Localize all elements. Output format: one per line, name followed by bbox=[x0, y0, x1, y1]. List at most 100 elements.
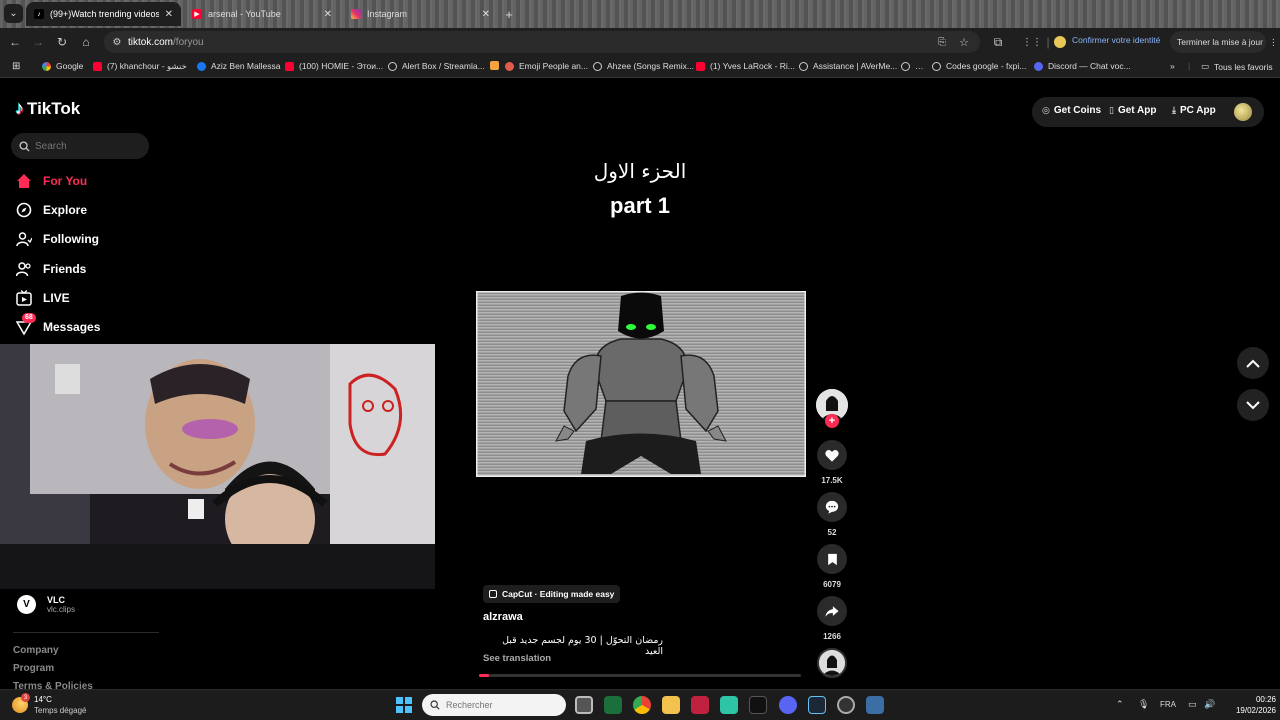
bookmark-item[interactable]: Assistance | AVerMe... bbox=[799, 61, 897, 71]
all-bookmarks-folder[interactable]: ▭ Tous les favoris bbox=[1201, 61, 1273, 72]
close-tab-icon[interactable]: ✕ bbox=[165, 9, 173, 20]
confirm-identity-link[interactable]: Confirmer votre identité bbox=[1072, 35, 1160, 45]
install-app-icon[interactable]: ⎘ bbox=[934, 34, 950, 50]
facebook-icon bbox=[197, 61, 206, 71]
tab-tiktok[interactable]: ♪ (99+)Watch trending videos for ✕ bbox=[26, 2, 181, 26]
network-icon[interactable]: ▭ bbox=[1188, 699, 1197, 710]
profile-avatar-icon[interactable] bbox=[1054, 36, 1066, 48]
capcut-anchor[interactable]: CapCut · Editing made easy bbox=[483, 585, 621, 603]
footer-link-terms[interactable]: Terms & Policies bbox=[13, 681, 93, 689]
bookmark-item[interactable]: Alert Box / Streamla... bbox=[388, 61, 485, 71]
clock-time[interactable]: 00:26 bbox=[1226, 695, 1276, 704]
obs-icon[interactable] bbox=[837, 696, 855, 714]
extensions-icon[interactable]: ⧉ bbox=[990, 34, 1006, 50]
bookmark-item[interactable]: Google bbox=[42, 61, 83, 71]
suggested-account[interactable]: V VLC vlc.clips bbox=[17, 595, 75, 614]
get-coins-button[interactable]: ◎ Get Coins bbox=[1042, 105, 1101, 116]
app-teal-icon[interactable] bbox=[720, 696, 738, 714]
bookmark-item[interactable]: Emoji People an... bbox=[505, 61, 588, 71]
nav-live[interactable]: LIVE bbox=[15, 287, 70, 309]
app-green-icon[interactable] bbox=[604, 696, 622, 714]
nav-following[interactable]: Following bbox=[15, 228, 99, 250]
reading-list-icon[interactable]: ⋮⋮ bbox=[1022, 34, 1042, 50]
discord-icon[interactable] bbox=[779, 696, 797, 714]
forward-arrow-icon[interactable]: → bbox=[30, 34, 46, 50]
profile-avatar[interactable] bbox=[1234, 103, 1252, 121]
video-frame-image bbox=[476, 291, 806, 477]
footer-link-company[interactable]: Company bbox=[13, 645, 59, 656]
bookmark-item[interactable] bbox=[490, 61, 504, 70]
tray-chevron-up-icon[interactable]: ⌃ bbox=[1116, 699, 1124, 710]
apps-grid-icon[interactable]: ⊞ bbox=[12, 61, 20, 72]
bookmark-item[interactable]: … bbox=[901, 61, 924, 71]
get-app-button[interactable]: ▯ Get App bbox=[1109, 105, 1156, 116]
globe-icon bbox=[593, 61, 602, 71]
video-author[interactable]: alzrawa bbox=[483, 611, 523, 623]
clock-date[interactable]: 19/02/2026 bbox=[1222, 706, 1276, 715]
save-button[interactable] bbox=[817, 544, 847, 574]
video-progress-bar[interactable] bbox=[479, 674, 801, 677]
webcam-overlay bbox=[0, 344, 435, 589]
nav-messages[interactable]: 68 Messages bbox=[15, 313, 100, 338]
see-translation-link[interactable]: See translation bbox=[483, 653, 551, 664]
globe-icon bbox=[799, 61, 808, 71]
close-tab-icon[interactable]: ✕ bbox=[482, 9, 490, 20]
app-dark-icon[interactable] bbox=[749, 696, 767, 714]
tab-instagram[interactable]: Instagram ✕ bbox=[343, 2, 498, 26]
app-red-icon[interactable] bbox=[691, 696, 709, 714]
steam-icon[interactable] bbox=[808, 696, 826, 714]
close-tab-icon[interactable]: ✕ bbox=[324, 9, 332, 20]
tab-title: Instagram bbox=[367, 9, 408, 19]
bookmark-item[interactable]: Discord — Chat voc... bbox=[1034, 61, 1131, 71]
like-button[interactable] bbox=[817, 440, 847, 470]
volume-icon[interactable]: 🔊 bbox=[1204, 699, 1215, 710]
back-arrow-icon[interactable]: ← bbox=[7, 34, 23, 50]
language-indicator[interactable]: FRA bbox=[1160, 700, 1176, 709]
pc-app-button[interactable]: ⤓ PC App bbox=[1172, 105, 1216, 116]
bookmark-item[interactable]: (1) Yves LaRock - Ri... bbox=[696, 61, 795, 71]
new-tab-icon[interactable]: + bbox=[502, 7, 516, 22]
tab-search-button[interactable]: ⌄ bbox=[4, 4, 23, 23]
nav-for-you[interactable]: For You bbox=[15, 170, 87, 192]
home-icon[interactable]: ⌂ bbox=[78, 34, 94, 50]
top-actions: ◎ Get Coins ▯ Get App ⤓ PC App bbox=[1032, 97, 1264, 127]
share-button[interactable] bbox=[817, 596, 847, 626]
taskbar-search[interactable] bbox=[422, 694, 566, 716]
home-icon bbox=[15, 172, 33, 190]
bookmark-star-icon[interactable]: ☆ bbox=[956, 34, 972, 50]
follow-plus-button[interactable]: + bbox=[825, 414, 839, 428]
file-explorer-icon[interactable] bbox=[662, 696, 680, 714]
next-video-button[interactable] bbox=[1237, 389, 1269, 421]
chrome-icon[interactable] bbox=[633, 696, 651, 714]
reload-icon[interactable]: ↻ bbox=[54, 34, 70, 50]
previous-video-button[interactable] bbox=[1237, 347, 1269, 379]
windows-start-icon[interactable] bbox=[396, 697, 412, 713]
music-disc[interactable] bbox=[817, 648, 847, 678]
more-bookmarks-icon[interactable]: » bbox=[1170, 61, 1175, 71]
kebab-menu-icon[interactable]: ⋮ bbox=[1269, 37, 1278, 48]
search-input[interactable] bbox=[35, 140, 135, 152]
site-info-icon[interactable]: ⚙ bbox=[109, 34, 125, 50]
nav-explore[interactable]: Explore bbox=[15, 199, 87, 221]
folder-icon: ▭ bbox=[1201, 61, 1210, 71]
tab-youtube[interactable]: ▶ arsenal - YouTube ✕ bbox=[184, 2, 340, 26]
microphone-icon[interactable]: 🎙 bbox=[1138, 699, 1149, 710]
settings-gear-icon[interactable] bbox=[866, 696, 884, 714]
bookmark-item[interactable]: Codes google - fxpi... bbox=[932, 61, 1026, 71]
comment-button[interactable] bbox=[817, 492, 847, 522]
footer-link-program[interactable]: Program bbox=[13, 663, 54, 674]
tiktok-logo[interactable]: ♪ TikTok bbox=[15, 98, 80, 119]
address-bar[interactable]: ⚙ tiktok.com/foryou ⎘ ☆ bbox=[104, 31, 980, 53]
search-box[interactable] bbox=[11, 133, 149, 159]
task-view-icon[interactable] bbox=[575, 696, 593, 714]
bookmark-item[interactable]: Aziz Ben Mallessa bbox=[197, 61, 280, 71]
weather-badge: 3 bbox=[21, 693, 30, 702]
video-player[interactable] bbox=[476, 291, 806, 477]
taskbar-search-input[interactable] bbox=[446, 700, 556, 710]
tab-title: arsenal - YouTube bbox=[208, 9, 281, 19]
finish-update-button[interactable]: Terminer la mise à jour ⋮ bbox=[1170, 31, 1277, 53]
bookmark-item[interactable]: (100) HOMIE - Этои... bbox=[285, 61, 383, 71]
bookmark-item[interactable]: (7) khanchour - خنشو bbox=[93, 61, 187, 72]
nav-friends[interactable]: Friends bbox=[15, 258, 86, 280]
bookmark-item[interactable]: Ahzee (Songs Remix... bbox=[593, 61, 694, 71]
